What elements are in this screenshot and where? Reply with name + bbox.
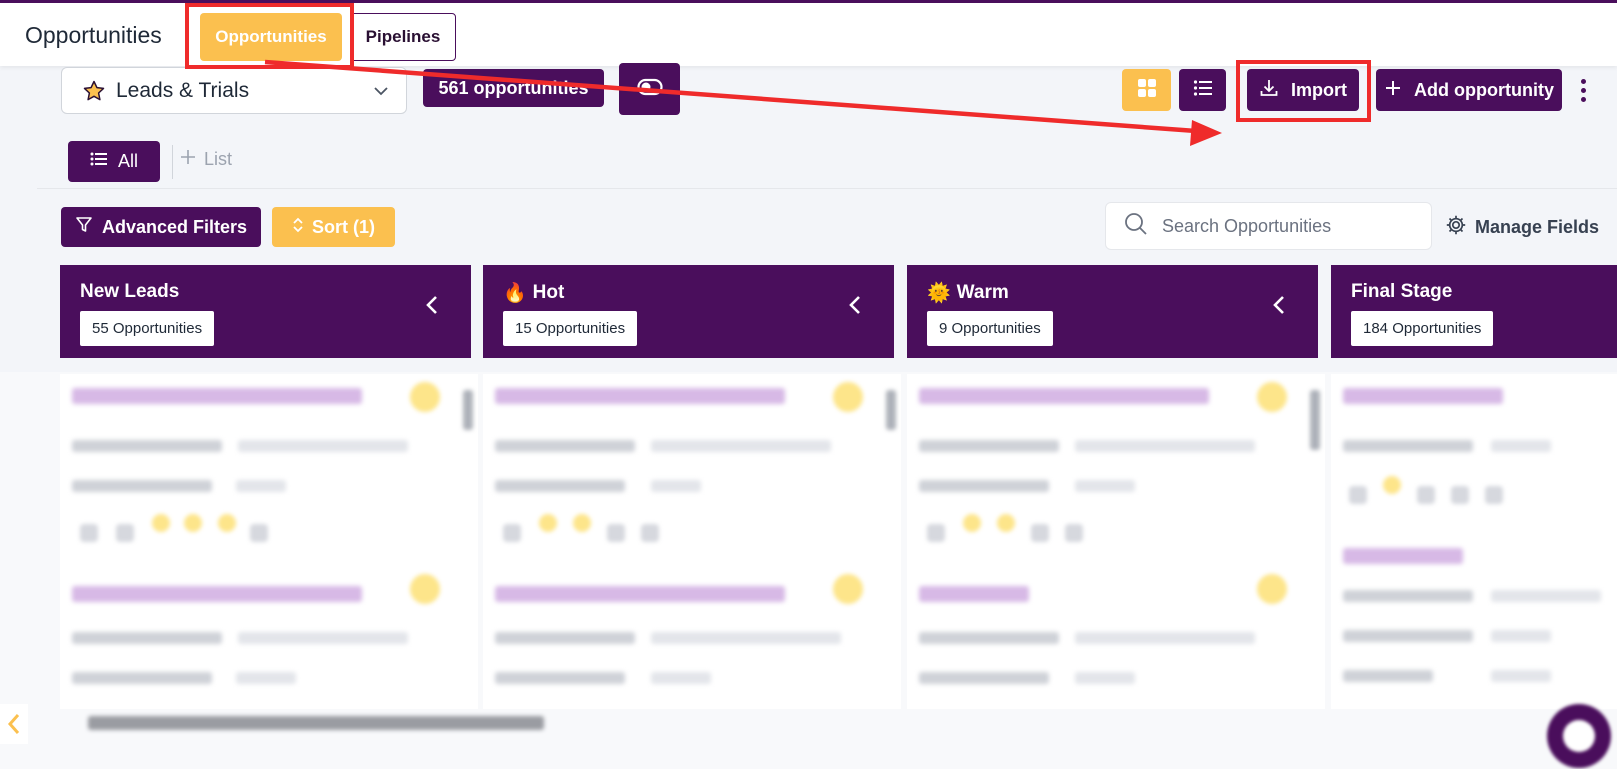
stage-column [1331,374,1617,709]
page-title: Opportunities [25,22,162,48]
list-view-button[interactable] [1179,69,1226,111]
view-all-label: All [117,151,138,171]
stage-header-hot: 🔥 Hot 15 Opportunities [483,265,894,358]
stage-header-warm: 🌞 Warm 9 Opportunities [907,265,1318,358]
stage-count-badge: 15 Opportunities [503,311,638,346]
chevron-left-icon[interactable] [848,295,862,320]
sort-icon [292,216,304,239]
stage-title: Warm [956,282,1009,303]
stage-title: Hot [532,282,565,303]
chevron-down-icon [372,82,390,106]
add-list-button[interactable]: List [180,149,232,170]
advanced-filters-button[interactable]: Advanced Filters [61,207,261,247]
opportunity-card[interactable] [491,374,896,562]
add-opportunity-button[interactable]: Add opportunity [1376,69,1562,111]
grid-view-button[interactable] [1122,69,1171,111]
stage-header-new-leads: New Leads 55 Opportunities [60,265,471,358]
stage-title: New Leads [80,281,180,302]
tab-pipelines[interactable]: Pipelines [350,13,456,61]
search-input[interactable] [1162,215,1412,237]
opportunity-card[interactable] [68,572,458,709]
stage-column [60,374,478,709]
horizontal-scrollbar[interactable] [88,716,544,730]
sort-label: Sort (1) [312,216,375,237]
stage-count-badge: 184 Opportunities [1351,311,1494,346]
pipeline-select-value: Leads & Trials [116,78,250,102]
divider [37,188,1617,189]
list-icon [90,151,108,172]
filter-icon [75,216,93,239]
stage-count-badge: 9 Opportunities [927,311,1053,346]
grid-icon [1137,78,1157,103]
opportunity-card[interactable] [915,374,1320,562]
fire-icon: 🔥 [503,283,527,304]
stage-header-final-stage: Final Stage 184 Opportunities [1331,265,1617,358]
add-opportunity-label: Add opportunity [1414,79,1554,100]
stage-count-badge: 55 Opportunities [80,311,215,346]
divider [172,145,173,179]
star-icon [82,79,106,103]
toggle-button[interactable] [619,63,680,115]
manage-fields-button[interactable]: Manage Fields [1445,214,1599,241]
chevron-left-icon[interactable] [0,704,28,744]
plus-icon [180,149,196,170]
chat-icon[interactable] [1547,704,1611,768]
gear-icon [1445,214,1467,241]
stage-title: Final Stage [1351,281,1453,302]
opportunity-card[interactable] [491,572,881,709]
annotation-highlight [1236,60,1371,122]
stage-column [483,374,901,709]
sun-icon: 🌞 [927,283,951,304]
chevron-left-icon[interactable] [1272,295,1286,320]
kebab-icon[interactable] [1575,72,1591,108]
list-icon [1193,79,1213,102]
view-all-button[interactable]: All [68,141,160,182]
stage-column [907,374,1325,709]
opportunity-count-badge: 561 opportunities [423,69,604,107]
add-list-label: List [204,149,233,169]
search-icon [1124,212,1148,241]
advanced-filters-label: Advanced Filters [101,216,248,237]
search-box[interactable] [1105,202,1432,250]
toggle-icon [636,78,663,101]
opportunity-card[interactable] [915,572,1305,709]
plus-icon [1384,79,1402,102]
opportunity-card[interactable] [1339,534,1617,709]
annotation-highlight [185,3,354,69]
pipeline-select[interactable]: Leads & Trials [61,67,407,114]
sort-button[interactable]: Sort (1) [272,207,395,247]
chevron-left-icon[interactable] [425,295,439,320]
opportunity-card[interactable] [68,374,473,562]
manage-fields-label: Manage Fields [1475,217,1600,237]
